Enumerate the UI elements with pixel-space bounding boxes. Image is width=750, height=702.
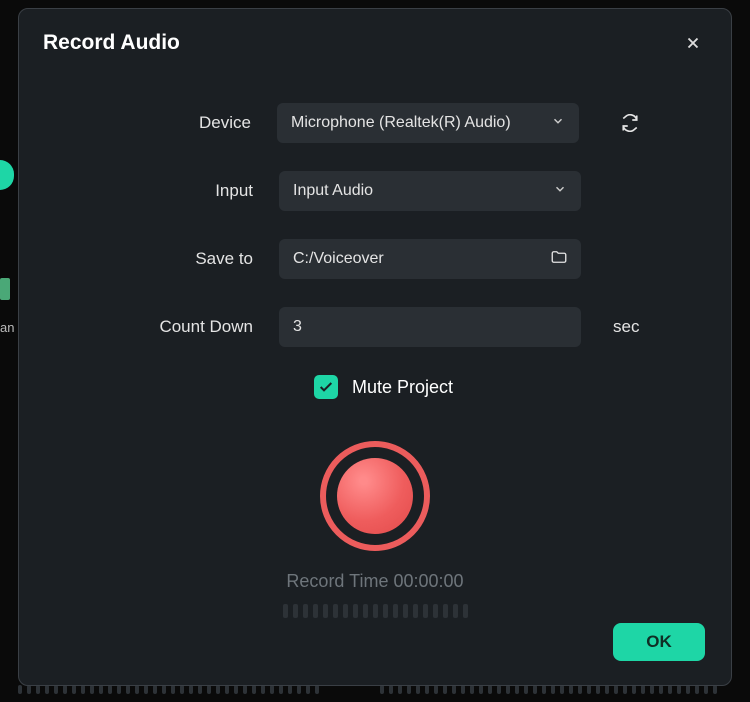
bg-accent — [0, 160, 14, 190]
chevron-down-icon — [553, 182, 567, 201]
bg-text-fragment: an — [0, 320, 14, 335]
refresh-icon — [621, 114, 639, 132]
check-icon — [318, 379, 334, 395]
save-to-label: Save to — [109, 249, 279, 269]
folder-icon — [549, 248, 569, 266]
record-audio-dialog: Record Audio Device Microphone (Realtek(… — [18, 8, 732, 686]
record-time: Record Time 00:00:00 — [286, 571, 463, 592]
input-value: Input Audio — [293, 182, 373, 200]
save-path-field[interactable]: C:/Voiceover — [279, 239, 581, 279]
refresh-button[interactable] — [619, 112, 641, 134]
countdown-row: Count Down sec — [109, 307, 641, 347]
countdown-label: Count Down — [109, 317, 279, 337]
input-row: Input Input Audio — [109, 171, 641, 211]
record-area: Record Time 00:00:00 — [109, 441, 641, 618]
save-to-row: Save to C:/Voiceover — [109, 239, 641, 279]
bg-waveform-left — [18, 685, 319, 694]
device-row: Device Microphone (Realtek(R) Audio) — [109, 103, 641, 143]
device-label: Device — [109, 113, 277, 133]
dialog-body: Device Microphone (Realtek(R) Audio) Inp… — [19, 73, 731, 623]
close-button[interactable] — [681, 31, 705, 55]
bg-accent-square — [0, 278, 10, 300]
dialog-footer: OK — [19, 623, 731, 685]
close-icon — [684, 34, 702, 52]
record-icon — [337, 458, 413, 534]
seconds-unit: sec — [613, 317, 639, 337]
input-label: Input — [109, 181, 279, 201]
dialog-header: Record Audio — [19, 9, 731, 73]
mute-row: Mute Project — [109, 375, 641, 399]
countdown-input[interactable] — [279, 307, 581, 347]
ok-button[interactable]: OK — [613, 623, 705, 661]
input-select[interactable]: Input Audio — [279, 171, 581, 211]
mute-checkbox[interactable] — [314, 375, 338, 399]
mute-label: Mute Project — [352, 377, 453, 398]
dialog-title: Record Audio — [43, 31, 180, 55]
waveform-preview — [283, 604, 468, 618]
browse-folder-button[interactable] — [549, 248, 569, 271]
device-value: Microphone (Realtek(R) Audio) — [291, 114, 511, 132]
device-select[interactable]: Microphone (Realtek(R) Audio) — [277, 103, 579, 143]
chevron-down-icon — [551, 114, 565, 133]
record-button[interactable] — [320, 441, 430, 551]
bg-waveform-right — [380, 685, 717, 694]
save-path-value: C:/Voiceover — [293, 250, 384, 268]
